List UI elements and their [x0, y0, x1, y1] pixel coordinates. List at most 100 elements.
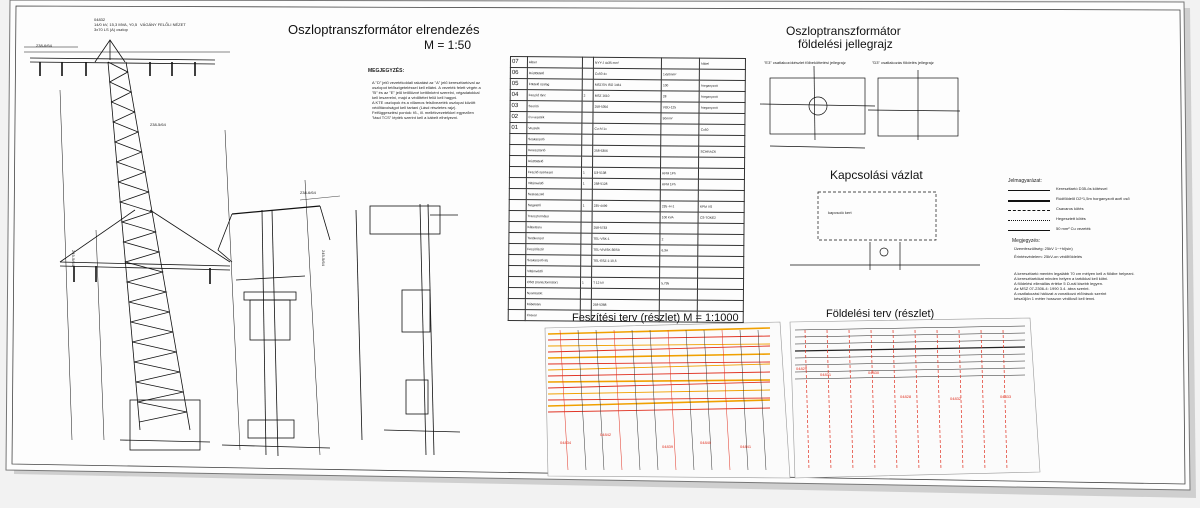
table-cell	[508, 309, 526, 321]
table-cell	[581, 134, 593, 146]
legend-note: készüljön 1 méter hosszon védőcső kell t…	[1014, 296, 1096, 301]
map-code: 04832	[950, 396, 962, 401]
table-cell: Tartókonzol	[525, 232, 581, 245]
map-code: 04840	[700, 440, 712, 445]
table-cell: Kereszttartó	[526, 144, 582, 157]
map-code: 04839	[662, 444, 674, 449]
note-line: "lásd TCS" lépték szerint kell a kábelt …	[372, 115, 459, 120]
table-cell	[699, 69, 746, 81]
table-cell	[698, 168, 745, 180]
table-cell: CS-TOKE2	[698, 212, 745, 224]
table-cell: TEL-VIVISK-30/50	[591, 244, 661, 256]
table-cell	[580, 288, 592, 300]
table-cell	[580, 244, 592, 256]
table-cell	[581, 112, 594, 124]
table-cell	[697, 278, 744, 290]
table-cell	[509, 210, 527, 222]
map-code: 04830	[868, 370, 880, 375]
table-cell	[661, 57, 700, 70]
table-cell: 1	[580, 277, 592, 289]
table-cell: 02	[509, 111, 528, 123]
table-cell: Nyomtatott	[525, 287, 581, 300]
table-cell: Cu-Al 1x	[592, 123, 662, 135]
table-cell: T 12 kV	[591, 277, 660, 289]
legend-item: Kereszttartó D35-ös kötésvel	[1008, 186, 1178, 194]
table-cell: 28	[661, 90, 700, 103]
table-cell	[582, 101, 594, 113]
dimension-label: 238-5/64	[150, 122, 166, 127]
table-cell	[697, 289, 744, 301]
table-cell	[698, 190, 745, 202]
table-cell: MSZ 1610	[593, 90, 662, 102]
table-cell	[509, 155, 527, 167]
grounding-title-1: Oszloptranszformátor	[786, 24, 901, 38]
table-cell	[591, 266, 660, 278]
map-code: 04828	[900, 394, 912, 399]
table-cell: D3-5138	[592, 167, 661, 179]
table-cell: 100 kVA	[660, 211, 699, 224]
table-cell	[581, 156, 593, 168]
table-cell	[592, 156, 661, 168]
map-code: 04841	[740, 444, 752, 449]
legend-notes: Üzemfeszültség: 25kV 1~+hl(sin) Érintésv…	[1014, 246, 1184, 301]
table-cell: horganyzott	[699, 102, 746, 114]
table-cell: SCHRACK	[698, 146, 745, 158]
table-cell	[580, 266, 592, 278]
legend-note: Üzemfeszültség: 25kV 1~+hl(sin)	[1014, 246, 1073, 251]
table-cell: Feszítő szerkezet	[526, 166, 582, 179]
table-cell: 235 -H-1	[660, 200, 699, 213]
notes-block: A "D" jelű vezetékoldali rakatást az "A"…	[372, 80, 497, 120]
map-code: 04842	[600, 432, 612, 437]
dimension-label: 249-5/64	[71, 250, 76, 266]
legend-note: Érintésvédelem: 25kV-on védőföldelés	[1014, 254, 1083, 259]
table-cell: Villámvédő	[526, 177, 582, 190]
table-cell	[592, 189, 661, 201]
switch-label: kapcsoló kert	[828, 210, 852, 215]
table-cell: MSZ EN ISO 1461	[593, 79, 662, 91]
table-cell	[697, 300, 744, 312]
title-block-line: 3x70 LS (A) oszlop	[94, 27, 128, 32]
table-cell	[592, 134, 662, 146]
table-cell: TEL-VSK-1	[591, 233, 661, 245]
legend-item: Csavaros kötés	[1008, 206, 1178, 214]
table-cell: 2	[660, 233, 699, 246]
table-cell: Kábelsaru	[525, 221, 582, 234]
table-cell: 258-5388	[591, 299, 660, 311]
title-block: 04832 14/0 kV, 15,3 MVA, Y0,5 3x70 LS (A…	[94, 17, 137, 32]
table-cell: Vezeték	[526, 122, 582, 135]
table-cell	[582, 68, 594, 80]
table-cell: KPM 1Ph	[660, 178, 699, 191]
table-cell	[580, 299, 592, 311]
table-cell: Rúdföldelő	[526, 155, 582, 168]
legend-item: 50 mm² Cu vezeték	[1008, 226, 1178, 234]
table-cell: TEL-ESZ-1-10,5	[591, 255, 660, 267]
table-cell: 1x50mm²	[661, 68, 700, 81]
table-cell	[580, 233, 593, 245]
table-cell: Feszítő lánc	[527, 89, 583, 102]
dimension-label: 238-6/64	[36, 43, 52, 48]
table-cell: 1	[581, 200, 593, 212]
legend-label: Kereszttartó D35-ös kötésvel	[1056, 186, 1108, 191]
table-cell: KPM 1Ph	[660, 167, 699, 180]
legend-label: Rúdföldelő D2*1,5m horganyzott acél cső	[1056, 196, 1130, 201]
table-cell	[699, 135, 745, 147]
table-cell	[659, 310, 698, 323]
table-cell	[508, 243, 526, 255]
table-cell: Szakaszoló alj	[525, 254, 581, 267]
table-cell: kábel	[699, 58, 746, 70]
dimension-label: 238-6/64	[300, 190, 316, 195]
table-cell	[698, 157, 745, 169]
main-scale: M = 1:50	[424, 38, 472, 52]
table-cell: 04	[510, 89, 528, 101]
table-cell: horganyzott	[699, 91, 746, 103]
legend-label: 50 mm² Cu vezeték	[1056, 226, 1091, 231]
table-cell	[508, 287, 526, 299]
table-cell: Szakaszoló	[526, 188, 582, 201]
table-cell: Cu vezeték	[526, 111, 583, 124]
table-cell	[698, 256, 744, 268]
table-cell	[509, 166, 527, 178]
notes-heading: MEGJEGYZÉS:	[368, 68, 405, 74]
table-cell	[509, 177, 527, 189]
table-cell: 235-4499	[592, 200, 661, 212]
table-cell	[659, 266, 699, 279]
